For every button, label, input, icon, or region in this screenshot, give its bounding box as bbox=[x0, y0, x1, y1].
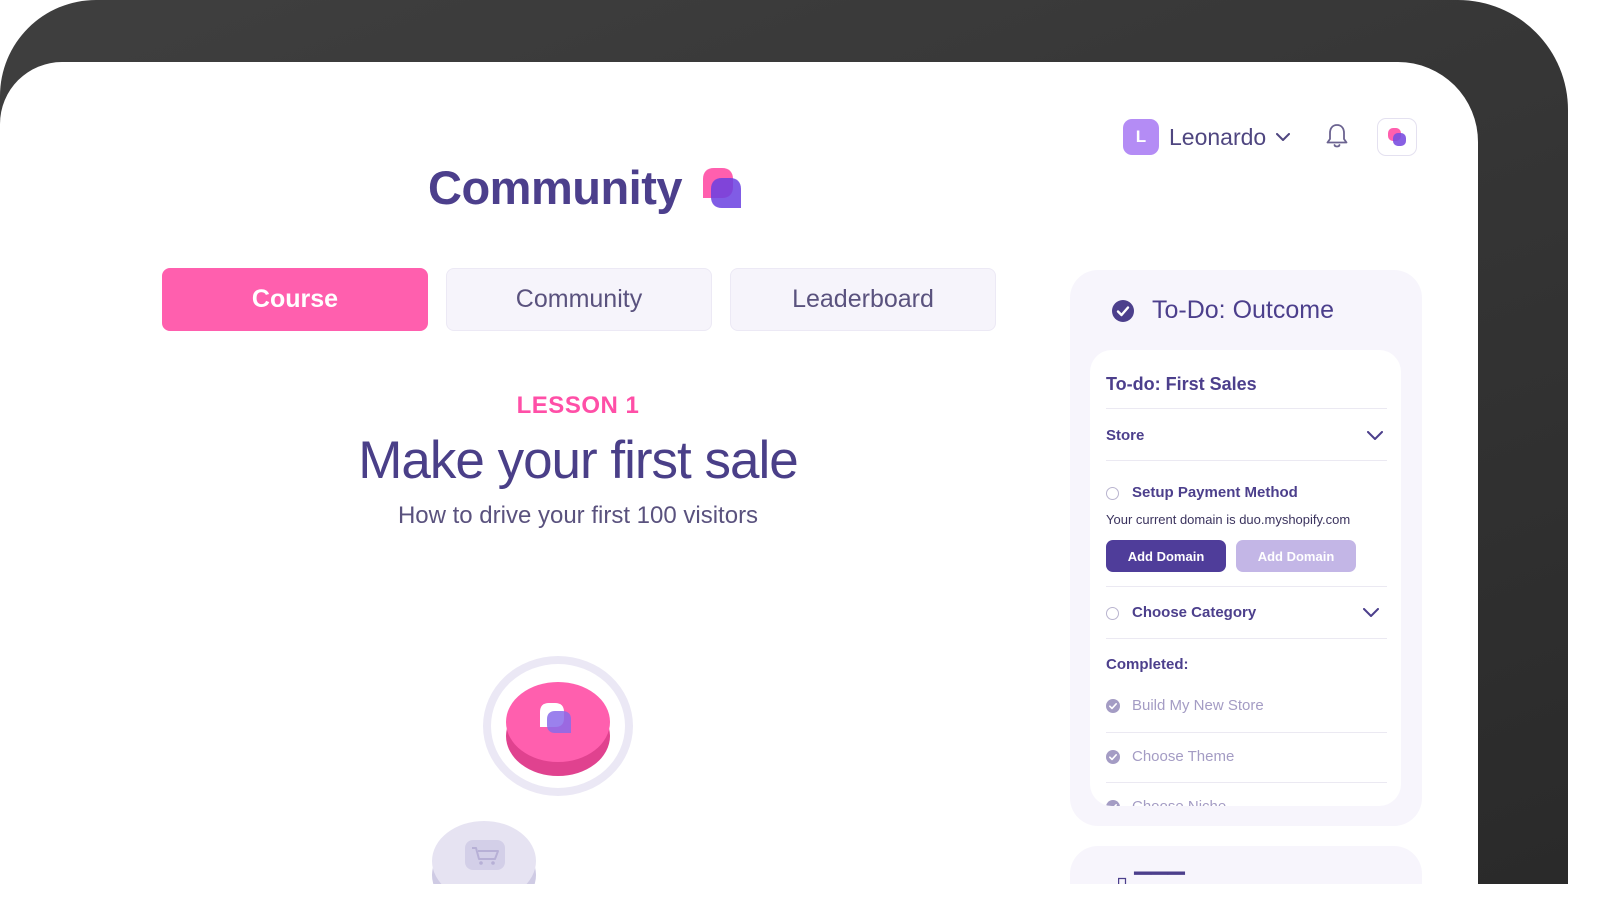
bell-icon[interactable] bbox=[1324, 122, 1350, 150]
page-title: Community bbox=[428, 161, 683, 214]
user-name: Leonardo bbox=[1169, 123, 1267, 150]
next-panel: ▯ ▔▔▔ ▁▁▁ ▁ bbox=[1070, 846, 1422, 884]
tab-community[interactable]: Community bbox=[446, 268, 712, 331]
tab-bar: Course Community Leaderboard bbox=[162, 268, 996, 331]
device-frame: L Leonardo Community Course Community Le… bbox=[0, 0, 1568, 884]
community-logo-icon bbox=[703, 167, 741, 208]
next-panel-title: ▯ ▔▔▔ ▁▁▁ ▁ bbox=[1116, 872, 1265, 884]
task-category-radio[interactable] bbox=[1106, 607, 1119, 620]
task-category-label[interactable]: Choose Category bbox=[1132, 604, 1256, 621]
lesson-node-current[interactable] bbox=[483, 656, 633, 796]
domain-text: Your current domain is duo.myshopify.com bbox=[1106, 512, 1351, 527]
check-circle-icon bbox=[1106, 698, 1120, 713]
check-circle-icon bbox=[1106, 799, 1120, 806]
completed-label: Completed: bbox=[1106, 656, 1189, 673]
user-menu[interactable]: L Leonardo bbox=[1123, 119, 1291, 155]
lesson-node-locked[interactable] bbox=[432, 813, 536, 884]
task-payment-radio[interactable] bbox=[1106, 487, 1119, 500]
page-title-group: Community bbox=[428, 160, 744, 215]
check-circle-icon bbox=[1106, 749, 1120, 764]
lesson-title: Make your first sale bbox=[358, 431, 798, 490]
divider bbox=[1106, 638, 1387, 639]
tab-leaderboard[interactable]: Leaderboard bbox=[730, 268, 996, 331]
lesson-node-icon bbox=[506, 682, 610, 776]
completed-item-label: Choose Niche bbox=[1132, 798, 1226, 806]
completed-item: Choose Niche bbox=[1106, 798, 1226, 806]
completed-item: Build My New Store bbox=[1106, 697, 1264, 714]
divider bbox=[1106, 408, 1387, 409]
lesson-subtitle: How to drive your first 100 visitors bbox=[397, 502, 759, 529]
todo-header: To-Do: Outcome bbox=[1112, 296, 1334, 325]
divider bbox=[1106, 782, 1387, 783]
store-section-label[interactable]: Store bbox=[1106, 427, 1144, 444]
chevron-down-icon[interactable] bbox=[1363, 608, 1379, 618]
todo-panel: To-Do: Outcome To-do: First Sales Store … bbox=[1070, 270, 1422, 826]
add-domain-button[interactable]: Add Domain bbox=[1106, 540, 1226, 572]
chevron-down-icon[interactable] bbox=[1367, 431, 1383, 441]
completed-item-label: Build My New Store bbox=[1132, 697, 1264, 714]
completed-item-label: Choose Theme bbox=[1132, 748, 1235, 765]
todo-title: To-Do: Outcome bbox=[1152, 296, 1335, 324]
task-payment-label: Setup Payment Method bbox=[1132, 484, 1298, 501]
divider bbox=[1106, 460, 1387, 461]
completed-item: Choose Theme bbox=[1106, 748, 1234, 765]
tab-course[interactable]: Course bbox=[162, 268, 428, 331]
card-title: To-do: First Sales bbox=[1106, 374, 1257, 394]
chevron-down-icon bbox=[1276, 132, 1291, 141]
avatar: L bbox=[1123, 119, 1159, 155]
todo-card: To-do: First Sales Store Setup Payment M… bbox=[1090, 350, 1401, 806]
divider bbox=[1106, 732, 1387, 733]
add-domain-secondary-button[interactable]: Add Domain bbox=[1236, 540, 1356, 572]
check-circle-icon bbox=[1112, 299, 1134, 322]
app-logo-icon bbox=[1388, 128, 1406, 146]
app-screen: L Leonardo Community Course Community Le… bbox=[0, 62, 1478, 884]
divider bbox=[1106, 586, 1387, 587]
lesson-label: LESSON 1 bbox=[516, 392, 640, 419]
app-logo-button[interactable] bbox=[1377, 118, 1417, 156]
